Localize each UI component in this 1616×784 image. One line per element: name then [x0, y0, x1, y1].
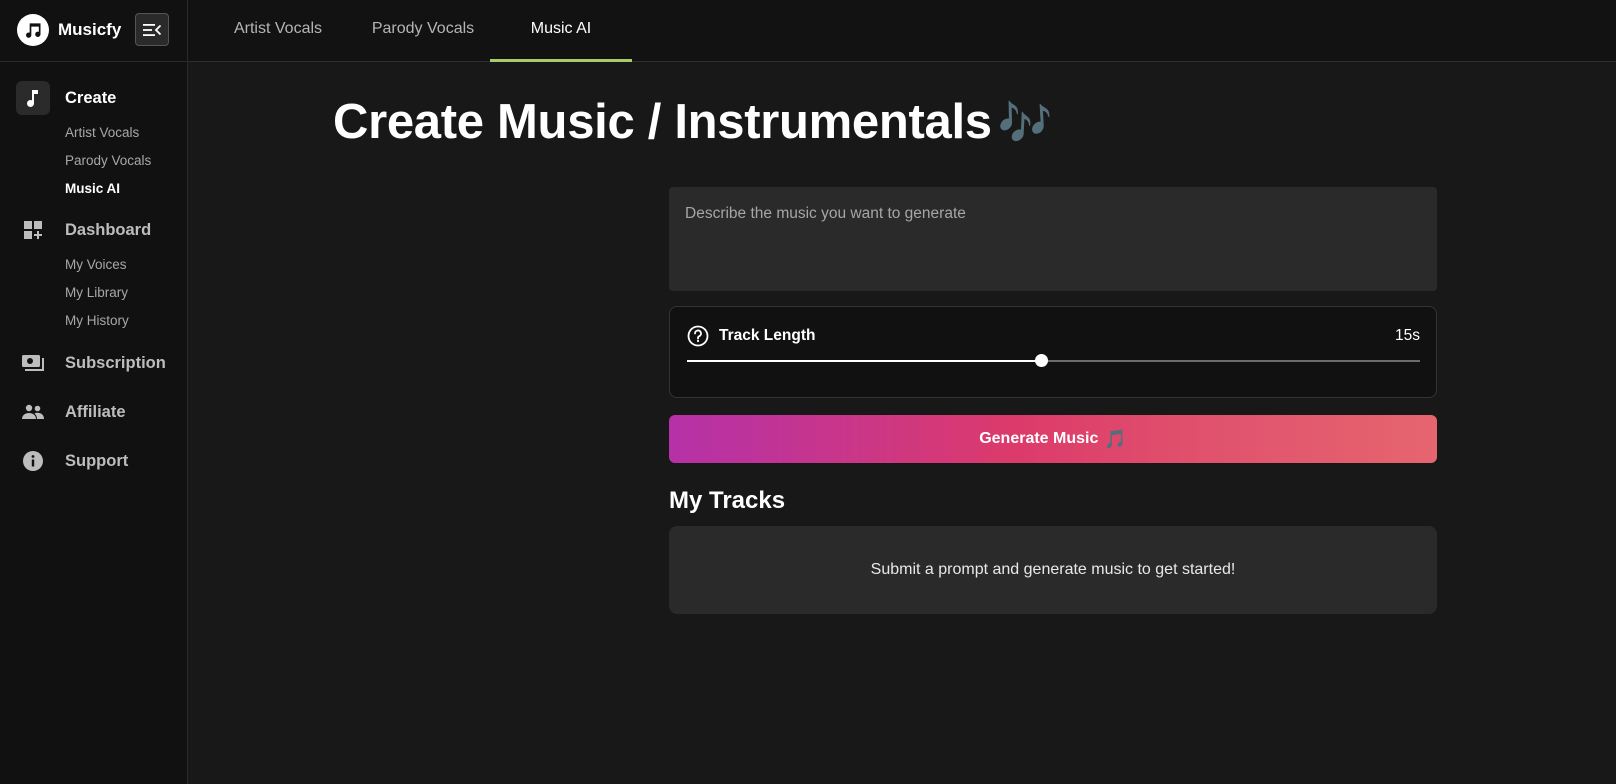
track-length-value: 15s	[1395, 327, 1420, 344]
nav-group-dashboard: Dashboard My Voices My Library My Histor…	[0, 213, 188, 335]
brand-name: Musicfy	[58, 20, 122, 39]
sidebar-subitem-my-voices[interactable]: My Voices	[65, 251, 188, 279]
dashboard-add-icon	[16, 213, 50, 247]
sidebar-item-subscription[interactable]: Subscription	[0, 346, 188, 380]
tracks-empty-state: Submit a prompt and generate music to ge…	[669, 526, 1437, 614]
sidebar-item-label: Support	[65, 451, 129, 470]
page-title-text: Create Music / Instrumentals	[333, 95, 992, 149]
sidebar-item-label: Subscription	[65, 353, 166, 372]
tab-artist-vocals[interactable]: Artist Vocals	[220, 0, 336, 62]
nav-group-subscription: Subscription	[0, 346, 188, 380]
track-length-header: Track Length	[687, 325, 815, 347]
music-form: Track Length 15s Generate Music 🎵 My Tra…	[669, 187, 1437, 614]
info-icon	[16, 444, 50, 478]
sidebar-subitem-music-ai[interactable]: Music AI	[65, 175, 188, 203]
nav-group-support: Support	[0, 444, 188, 478]
prompt-input[interactable]	[669, 187, 1437, 291]
track-length-panel: Track Length 15s	[669, 306, 1437, 398]
music-note-icon: 🎵	[1104, 428, 1127, 449]
track-length-label: Track Length	[719, 327, 816, 344]
sidebar-subitem-artist-vocals[interactable]: Artist Vocals	[65, 119, 188, 147]
sidebar-item-label: Affiliate	[65, 402, 126, 421]
sidebar-item-dashboard[interactable]: Dashboard	[0, 213, 188, 247]
tab-parody-vocals[interactable]: Parody Vocals	[359, 0, 487, 62]
top-tabs-bar: Artist Vocals Parody Vocals Music AI	[188, 0, 1616, 62]
slider-thumb[interactable]	[1035, 354, 1049, 367]
empty-state-message: Submit a prompt and generate music to ge…	[870, 561, 1236, 578]
sidebar-item-affiliate[interactable]: Affiliate	[0, 395, 188, 429]
sidebar-item-create[interactable]: Create	[0, 81, 188, 115]
sidebar: Musicfy Create Artist Vocals Parody Voca…	[0, 0, 188, 784]
nav-group-create: Create Artist Vocals Parody Vocals Music…	[0, 81, 188, 203]
generate-music-label: Generate Music	[979, 430, 1099, 447]
generate-music-button[interactable]: Generate Music 🎵	[669, 415, 1437, 463]
sidebar-subitem-parody-vocals[interactable]: Parody Vocals	[65, 147, 188, 175]
brand[interactable]: Musicfy	[17, 14, 121, 46]
question-circle-icon[interactable]	[687, 325, 709, 347]
sidebar-item-label: Dashboard	[65, 220, 152, 239]
nav-group-affiliate: Affiliate	[0, 395, 188, 429]
people-icon	[16, 395, 50, 429]
collapse-sidebar-button[interactable]	[135, 13, 169, 46]
music-note-icon	[16, 81, 50, 115]
slider-fill	[687, 360, 1042, 362]
tab-music-ai[interactable]: Music AI	[490, 0, 632, 62]
page-title: Create Music / Instrumentals 🎶	[333, 94, 1053, 150]
sidebar-divider	[0, 61, 188, 62]
menu-collapse-icon	[143, 23, 162, 36]
sidebar-item-support[interactable]: Support	[0, 444, 188, 478]
active-tab-indicator	[490, 59, 632, 62]
music-notes-icon: 🎶	[997, 99, 1053, 148]
sidebar-item-label: Create	[65, 88, 117, 107]
my-tracks-heading: My Tracks	[669, 487, 786, 514]
track-length-slider[interactable]	[687, 354, 1420, 367]
music-note-circle-icon	[17, 14, 49, 46]
sidebar-subitem-my-history[interactable]: My History	[65, 307, 188, 335]
sidebar-subitem-my-library[interactable]: My Library	[65, 279, 188, 307]
payments-icon	[16, 346, 50, 380]
